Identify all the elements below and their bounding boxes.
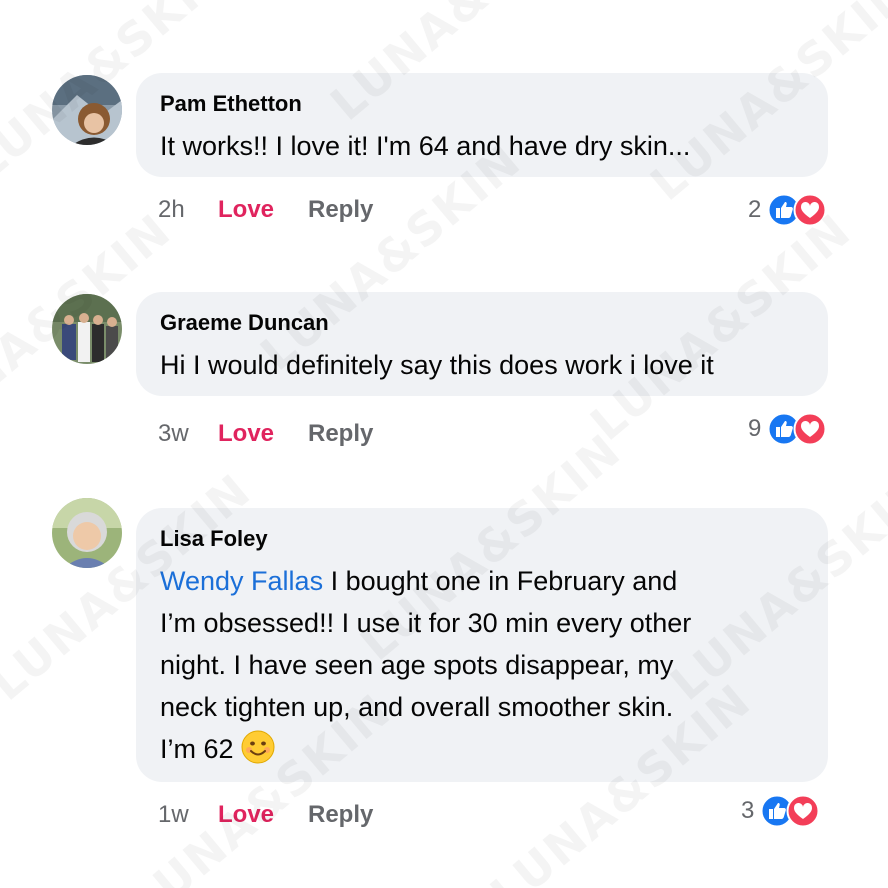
avatar[interactable]: [52, 294, 122, 364]
comment-text: It works!! I love it! I'm 64 and have dr…: [160, 131, 691, 161]
reaction-count: 2: [748, 196, 762, 223]
avatar[interactable]: [52, 75, 122, 145]
timestamp[interactable]: 1w: [158, 801, 218, 829]
comment-actions: 1w Love Reply: [158, 801, 373, 829]
timestamp[interactable]: 3w: [158, 420, 218, 448]
reaction-summary[interactable]: 3: [741, 794, 820, 828]
smiling-face-emoji: [241, 730, 275, 776]
comment-text-line: night. I have seen age spots disappear, …: [160, 650, 674, 680]
author-name[interactable]: Lisa Foley: [160, 526, 804, 552]
mention-link[interactable]: Wendy Fallas: [160, 566, 323, 596]
reply-button[interactable]: Reply: [308, 801, 373, 829]
love-icon: [786, 794, 820, 828]
comment-actions: 3w Love Reply: [158, 420, 373, 448]
love-icon: [793, 412, 827, 446]
reaction-count: 9: [748, 415, 762, 442]
comment-text-line: I’m 62: [160, 734, 242, 764]
comment-actions: 2h Love Reply: [158, 196, 373, 224]
reaction-count: 3: [741, 797, 755, 824]
love-icon: [793, 193, 827, 227]
comment-bubble: Graeme Duncan Hi I would definitely say …: [136, 292, 828, 396]
love-button[interactable]: Love: [218, 196, 308, 224]
reply-button[interactable]: Reply: [308, 196, 373, 224]
reaction-summary[interactable]: 9: [748, 412, 827, 446]
comment-text: Hi I would definitely say this does work…: [160, 350, 714, 380]
timestamp[interactable]: 2h: [158, 196, 218, 224]
reply-button[interactable]: Reply: [308, 420, 373, 448]
comment-bubble: Pam Ethetton It works!! I love it! I'm 6…: [136, 73, 828, 177]
comment-text: Wendy Fallas I bought one in February an…: [160, 560, 804, 776]
author-name[interactable]: Pam Ethetton: [160, 91, 804, 117]
comment-text-line: I bought one in February and: [323, 566, 678, 596]
comment-bubble: Lisa Foley Wendy Fallas I bought one in …: [136, 508, 828, 782]
avatar[interactable]: [52, 498, 122, 568]
author-name[interactable]: Graeme Duncan: [160, 310, 804, 336]
reaction-summary[interactable]: 2: [748, 193, 827, 227]
love-button[interactable]: Love: [218, 420, 308, 448]
comment-text-line: neck tighten up, and overall smoother sk…: [160, 692, 674, 722]
love-button[interactable]: Love: [218, 801, 308, 829]
comment-text-line: I’m obsessed!! I use it for 30 min every…: [160, 608, 692, 638]
